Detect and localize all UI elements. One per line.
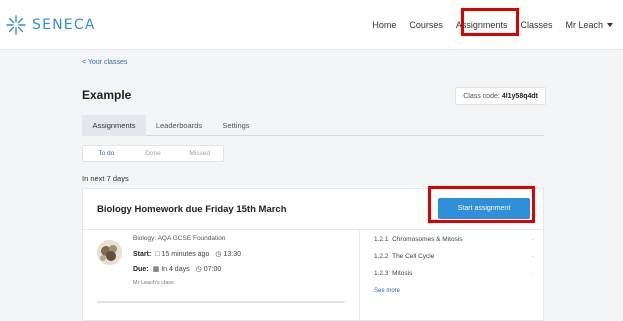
filter-todo[interactable]: To do xyxy=(83,146,130,161)
brand-name: SENECA xyxy=(32,17,96,33)
class-code-value: 4l1y58q4dt xyxy=(501,92,538,100)
filter-missed[interactable]: Missed xyxy=(176,146,223,161)
nav-courses[interactable]: Courses xyxy=(409,20,443,30)
assignment-title: Biology Homework due Friday 15th March xyxy=(97,204,287,215)
topic-item[interactable]: 1.2.3 Mitosis - xyxy=(374,270,534,277)
topic-name: Chromosomes & Mitosis xyxy=(392,236,463,243)
topic-name: The Cell Cycle xyxy=(392,253,435,260)
course-image-icon xyxy=(97,240,122,265)
calendar-icon: □ xyxy=(155,250,160,258)
nav-home[interactable]: Home xyxy=(372,20,396,30)
nav-assignments[interactable]: Assignments xyxy=(456,20,508,30)
filter-done[interactable]: Done xyxy=(130,146,177,161)
see-more-link[interactable]: See more xyxy=(374,288,400,294)
calendar-icon: ▦ xyxy=(152,266,160,273)
topic-dash-icon: - xyxy=(531,253,534,260)
topic-number: 1.2.3 xyxy=(374,270,389,277)
course-avatar xyxy=(97,240,122,265)
due-row: Due: ▦ In 4 days ◷ 07:00 xyxy=(133,265,222,274)
class-code-label: Class code: xyxy=(463,92,500,100)
due-in: In 4 days xyxy=(161,265,190,273)
start-time: 13:30 xyxy=(223,250,242,258)
topic-item[interactable]: 1.2.1 Chromosomes & Mitosis - xyxy=(374,236,534,243)
assignment-card: Biology Homework due Friday 15th March S… xyxy=(82,188,544,321)
back-to-classes-link[interactable]: < Your classes xyxy=(82,59,127,66)
tab-assignments[interactable]: Assignments xyxy=(82,115,146,136)
start-ago: 15 minutes ago xyxy=(161,250,210,258)
topic-name: Mitosis xyxy=(392,270,413,277)
page-title: Example xyxy=(82,88,132,102)
topic-number: 1.2.1 xyxy=(374,236,389,243)
section-label: In next 7 days xyxy=(82,174,129,183)
topic-number: 1.2.2 xyxy=(374,253,389,260)
start-row: Start: □ 15 minutes ago ◷ 13:30 xyxy=(133,250,242,259)
tab-leaderboards[interactable]: Leaderboards xyxy=(148,115,210,136)
topic-dash-icon: - xyxy=(531,270,534,277)
top-navigation-bar: SENECA Home Courses Assignments Classes … xyxy=(0,0,623,50)
seneca-asterisk-logo-icon xyxy=(6,15,26,35)
caret-down-icon xyxy=(607,23,613,27)
class-owner: Mr Leach's class xyxy=(133,280,174,286)
user-menu[interactable]: Mr Leach xyxy=(565,20,613,30)
class-code-badge: Class code: 4l1y58q4dt xyxy=(455,87,546,105)
clock-icon: ◷ xyxy=(215,251,222,258)
user-name: Mr Leach xyxy=(565,20,603,30)
topic-list: 1.2.1 Chromosomes & Mitosis - 1.2.2 The … xyxy=(359,230,544,321)
start-label: Start: xyxy=(133,250,152,258)
logo[interactable]: SENECA xyxy=(6,15,96,35)
tab-settings[interactable]: Settings xyxy=(214,115,258,136)
main-nav: Home Courses Assignments Classes Mr Leac… xyxy=(359,0,613,50)
progress-track xyxy=(97,301,345,303)
course-name: Biology: AQA GCSE Foundation xyxy=(133,235,226,242)
due-time: 07:00 xyxy=(203,265,222,273)
class-tabs: Assignments Leaderboards Settings xyxy=(82,115,544,136)
topic-dash-icon: - xyxy=(531,236,534,243)
due-label: Due: xyxy=(133,265,149,273)
start-assignment-button[interactable]: Start assignment xyxy=(438,198,530,219)
clock-icon: ◷ xyxy=(195,266,202,273)
nav-classes[interactable]: Classes xyxy=(520,20,552,30)
assignment-filter: To do Done Missed xyxy=(82,145,224,162)
topic-item[interactable]: 1.2.2 The Cell Cycle - xyxy=(374,253,534,260)
